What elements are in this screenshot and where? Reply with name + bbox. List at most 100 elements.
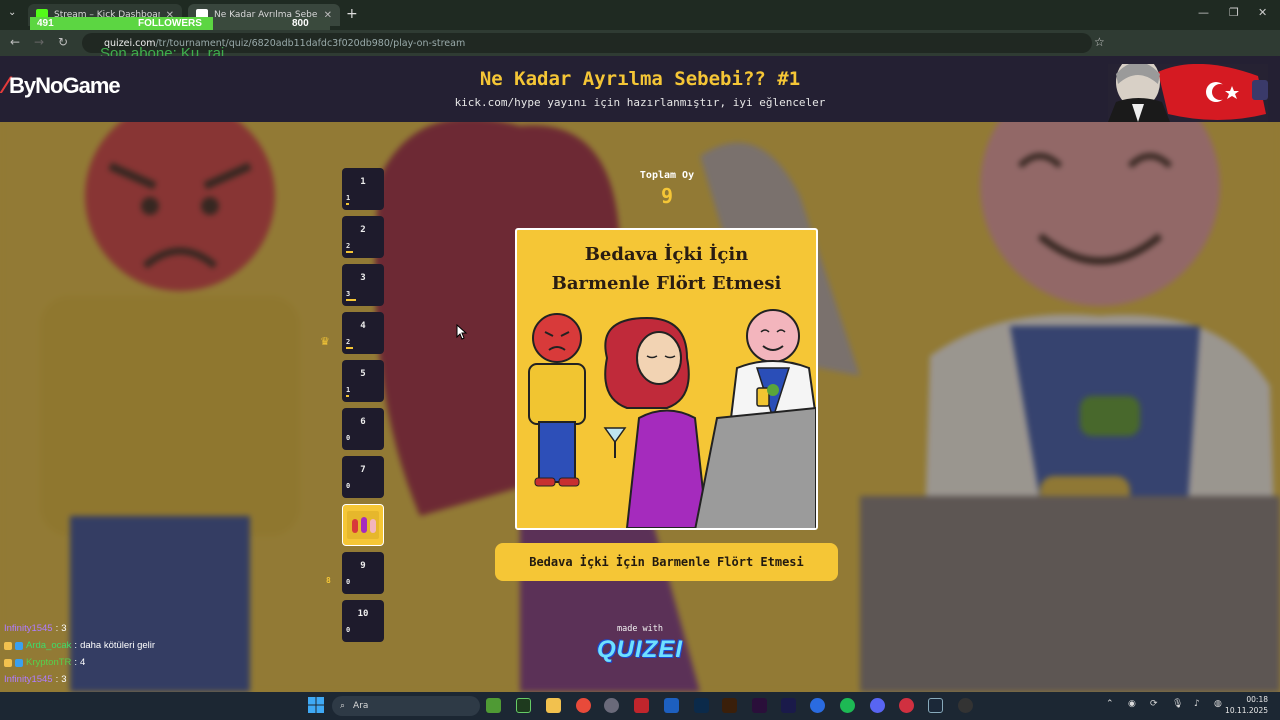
rank-item[interactable]: 22	[342, 216, 384, 258]
photoshop-alt-icon[interactable]	[694, 698, 709, 713]
chat-badge-icon	[15, 641, 23, 650]
bookmark-star-icon[interactable]: ☆	[1094, 35, 1105, 49]
rank-item[interactable]: 11	[342, 168, 384, 210]
rank-votes: 2	[346, 338, 351, 346]
chat-badge-icon	[4, 641, 12, 650]
chat-badge-icon	[15, 658, 23, 667]
chat-message: Infinity1545:3	[4, 620, 264, 637]
chat-badge-icon	[4, 658, 12, 667]
minecraft-icon[interactable]	[486, 698, 501, 713]
app-icon[interactable]	[604, 698, 619, 713]
chat-separator: :	[55, 623, 59, 634]
quiz-title: Ne Kadar Ayrılma Sebebi?? #1	[479, 68, 801, 90]
rank-vote-bar	[346, 299, 356, 301]
volume-icon[interactable]: ♪	[1194, 699, 1200, 709]
app-red-icon[interactable]	[634, 698, 649, 713]
steam-icon[interactable]	[928, 698, 943, 713]
rank-item-active[interactable]	[342, 504, 384, 546]
thumb-figure	[370, 519, 376, 533]
rank-number: 9	[360, 561, 366, 571]
rank-votes: 3	[346, 290, 351, 298]
chat-message: Infinity1545:3	[4, 671, 264, 688]
obs-icon[interactable]	[958, 698, 973, 713]
rank-thumbnail	[347, 511, 379, 539]
rank-number: 5	[360, 369, 366, 379]
rank-item[interactable]: 10 0	[342, 600, 384, 642]
logo-text: ByNoGame	[9, 73, 121, 98]
browser-icon[interactable]	[810, 698, 825, 713]
rank-vote-bar	[346, 203, 350, 205]
rank-item[interactable]: 42	[342, 312, 384, 354]
bynogame-logo[interactable]: ⁄ ByNoGame	[4, 72, 121, 100]
after-effects-icon[interactable]	[781, 698, 796, 713]
rank-vote-bar	[346, 395, 350, 397]
answer-button[interactable]: Bedava İçki İçin Barmenle Flört Etmesi	[495, 543, 838, 581]
chat-text: 3	[61, 674, 67, 685]
active-rank-number: 8	[326, 576, 331, 585]
rank-number: 2	[360, 225, 366, 235]
thumb-figure	[361, 517, 367, 533]
clock-time[interactable]: 00:18	[1228, 695, 1268, 704]
url-field[interactable]: quizei.com/tr/tournament/quiz/6820adb11d…	[82, 33, 1092, 53]
app-circle-icon[interactable]	[899, 698, 914, 713]
chat-username[interactable]: Arda_ocak	[26, 637, 71, 654]
microphone-icon[interactable]: 🎙	[1172, 699, 1183, 709]
chat-username[interactable]: Infinity1545	[4, 671, 53, 688]
rank-votes: 0	[346, 626, 351, 634]
card-title: Bedava İçki İçin Barmenle Flört Etmesi	[517, 240, 816, 298]
minimize-icon[interactable]: —	[1198, 6, 1209, 19]
rank-item[interactable]: 70	[342, 456, 384, 498]
rank-item[interactable]: 90	[342, 552, 384, 594]
card-illustration	[517, 308, 816, 528]
clock-date[interactable]: 10.11.2025	[1218, 706, 1268, 715]
premiere-icon[interactable]	[752, 698, 767, 713]
logo-mark-icon: ⁄	[4, 72, 8, 99]
rank-item[interactable]: 60	[342, 408, 384, 450]
chat-username[interactable]: KryptonTR	[26, 654, 71, 671]
total-votes-value: 9	[660, 184, 674, 208]
photoshop-icon[interactable]	[664, 698, 679, 713]
discord-icon[interactable]	[870, 698, 885, 713]
card-title-line2: Barmenle Flört Etmesi	[551, 273, 782, 294]
option-card[interactable]: Bedava İçki İçin Barmenle Flört Etmesi	[515, 228, 818, 530]
mouse-cursor-icon	[456, 324, 468, 340]
chat-message: KryptonTR:4	[4, 654, 264, 671]
file-explorer-icon[interactable]	[546, 698, 561, 713]
taskbar-search[interactable]: ⌕ Ara	[332, 696, 480, 716]
chat-text: 4	[80, 657, 86, 668]
made-with-label: made with	[616, 624, 664, 634]
reload-icon[interactable]: ↻	[58, 35, 68, 49]
illustrator-icon[interactable]	[722, 698, 737, 713]
rank-number: 6	[360, 417, 366, 427]
quizei-logo[interactable]: QUIZEI	[560, 636, 720, 664]
chrome-icon[interactable]	[576, 698, 591, 713]
new-tab-icon[interactable]: +	[346, 6, 358, 22]
tray-sync-icon[interactable]: ⟳	[1150, 699, 1158, 709]
total-votes-label: Toplam Oy	[639, 170, 695, 181]
chat-separator: :	[55, 674, 59, 685]
side-widget	[1252, 80, 1268, 100]
rank-number: 4	[360, 321, 366, 331]
rank-votes: 0	[346, 482, 351, 490]
tray-chevron-icon[interactable]: ⌃	[1106, 699, 1114, 709]
windows-start-icon[interactable]	[308, 697, 324, 713]
search-placeholder: Ara	[353, 701, 369, 711]
thumb-figure	[352, 519, 358, 533]
tab-list-chevron-icon[interactable]: ⌄	[8, 7, 16, 18]
follower-goal-bar: 491 FOLLOWERS 800	[30, 17, 330, 31]
back-icon[interactable]: ←	[10, 35, 20, 49]
chat-username[interactable]: Infinity1545	[4, 620, 53, 637]
spotify-icon[interactable]	[840, 698, 855, 713]
terminal-icon[interactable]	[516, 698, 531, 713]
followers-goal: 800	[292, 18, 309, 29]
webcam-overlay-image	[1108, 64, 1268, 122]
close-window-icon[interactable]: ✕	[1258, 6, 1267, 19]
rank-votes: 1	[346, 386, 351, 394]
rank-item[interactable]: 51	[342, 360, 384, 402]
rank-item[interactable]: 33	[342, 264, 384, 306]
forward-icon[interactable]: →	[34, 35, 44, 49]
rank-vote-bar	[346, 347, 353, 349]
tray-app-icon[interactable]: ◉	[1128, 699, 1136, 709]
rank-number: 7	[360, 465, 366, 475]
maximize-icon[interactable]: ❐	[1229, 6, 1239, 19]
